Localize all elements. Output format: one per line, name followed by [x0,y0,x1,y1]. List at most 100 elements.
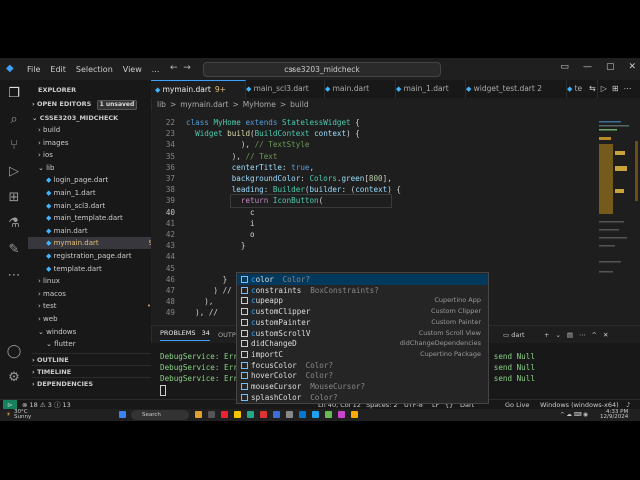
close-icon[interactable]: ✕ [628,62,636,72]
tree-item[interactable]: ⌄ lib [28,162,161,174]
task-view-icon[interactable] [195,411,202,418]
source-control-icon[interactable]: ⑂ [6,138,22,154]
code-line[interactable]: class MyHome extends StatelessWidget { [186,118,360,127]
tab-3[interactable]: ◆ main_1.dart [392,80,466,98]
code-line[interactable]: c [186,208,255,217]
testing-icon[interactable]: ⚗ [6,216,22,232]
app-icon-5[interactable] [312,411,319,418]
menu-edit[interactable]: Edit [45,65,71,74]
suggestion-item[interactable]: splashColor Color? [237,392,488,403]
dependencies-header[interactable]: › DEPENDENCIES [32,377,155,390]
suggestion-item[interactable]: mouseCursor MouseCursor? [237,381,488,392]
suggestion-item[interactable]: customPainter Custom Painter [237,317,488,328]
tree-item[interactable]: ◆ mymain.dart9+ [28,237,169,250]
weather-widget[interactable]: 30°C Sunny [14,409,31,420]
tab-2[interactable]: ◆ main.dart [321,80,396,98]
tree-item[interactable]: ◆ main_template.dart [28,212,169,224]
breadcrumb-item[interactable]: build [290,100,308,109]
file-explorer-icon[interactable] [234,411,241,418]
more-icon[interactable]: ⋯ [6,268,22,284]
tree-item[interactable]: ◆ registration_page.dart [28,250,169,262]
suggestion-item[interactable]: customClipper Custom Clipper [237,306,488,317]
code-line[interactable]: i [186,219,255,228]
suggestion-item[interactable]: constraints BoxConstraints? [237,285,488,296]
run-debug-icon[interactable]: ▷ [6,164,22,180]
tab-1[interactable]: ◆ main_scl3.dart [242,80,325,98]
tree-item[interactable]: ◆ main_1.dart [28,187,169,199]
menu-view[interactable]: View [118,65,147,74]
suggestion-item[interactable]: cupeapp Cupertino App [237,295,488,306]
tree-item[interactable]: ◆ main_scl3.dart [28,200,169,212]
maximize-icon[interactable]: ▢ [606,62,615,72]
app-icon-7[interactable] [338,411,345,418]
extensions-icon[interactable]: ⊞ [6,190,22,206]
nav-arrows[interactable]: ← → [170,63,191,73]
taskbar-search[interactable]: Search [131,410,189,420]
suggestion-item[interactable]: hoverColor Color? [237,370,488,381]
suggestion-item[interactable]: color Color? [237,274,488,285]
terminal-selector[interactable]: ▭ dart [503,326,525,344]
tab-4[interactable]: ◆ widget_test.dart 2 [462,80,567,98]
tree-item[interactable]: › ios [28,149,161,161]
start-icon[interactable] [119,411,126,418]
panel-actions[interactable]: +⌄▤⋯^✕ [544,326,614,344]
code-line[interactable]: backgroundColor: Colors.green[800], [186,174,392,183]
command-center-search[interactable]: ⌕ csse3203_midcheck [203,62,441,77]
code-line[interactable]: ), // TextStyle [186,140,310,149]
code-line[interactable]: } [186,241,246,250]
layout-icon[interactable]: ▭ [560,62,569,72]
code-line[interactable]: ), // Text [186,152,278,161]
app-icon-8[interactable] [351,411,358,418]
code-line[interactable]: centerTitle: true, [186,163,314,172]
suggestion-item[interactable]: didChangeD didChangeDependencies [237,338,488,349]
search-activity-icon[interactable]: ⌕ [6,112,22,128]
clock[interactable]: 4:33 PM 12/9/2024 [600,409,628,420]
edge-icon[interactable] [247,411,254,418]
suggestion-item[interactable]: focusColor Color? [237,360,488,371]
app-icon-4[interactable] [286,411,293,418]
explorer-icon[interactable]: ❐ [6,86,22,102]
minimap[interactable] [595,111,640,325]
tree-item[interactable]: ◆ main.dart [28,225,169,237]
menu-file[interactable]: File [22,65,45,74]
code-line[interactable]: Widget build(BuildContext context) { [186,129,360,138]
editor-actions[interactable]: ⇆▷⊞⋯ [589,80,637,98]
menu-more[interactable]: ... [147,65,165,74]
code-line[interactable]: ), [186,297,213,306]
code-line[interactable]: ) // [186,286,231,295]
tree-item[interactable]: › web [28,313,161,325]
tree-item[interactable]: ⌄ flutter [28,338,169,350]
breadcrumb-item[interactable]: MyHome [243,100,276,109]
minimize-icon[interactable]: — [583,62,592,72]
code-line[interactable]: leading: Builder(builder: (context) { [186,185,401,194]
tray-icons[interactable]: ^ ☁ ⌨ ◉ [560,410,588,420]
suggestion-item[interactable]: customScrollV Custom Scroll View [237,328,488,339]
tree-item[interactable]: › build [28,124,161,136]
tree-item[interactable]: › linux [28,275,161,287]
tree-item[interactable]: › images [28,137,161,149]
breadcrumb-item[interactable]: lib [157,100,166,109]
menu-selection[interactable]: Selection [71,65,118,74]
tree-item[interactable]: ◆ template.dart [28,263,169,275]
vscode-taskbar-icon[interactable] [299,411,306,418]
app-icon-3[interactable] [273,411,280,418]
app-icon-2[interactable] [260,411,267,418]
code-line[interactable]: } [186,275,228,284]
app-icon-1[interactable] [221,411,228,418]
tab-0[interactable]: ◆ mymain.dart 9+ [151,80,246,99]
account-icon[interactable]: ◯ [6,344,22,360]
tab-problems[interactable]: PROBLEMS 34 [160,326,210,341]
breadcrumb-item[interactable]: mymain.dart [180,100,228,109]
weather-icon[interactable]: ☀ [6,410,11,420]
tree-item[interactable]: ◆ login_page.dart [28,174,169,186]
suggestion-item[interactable]: importC Cupertino Package [237,349,488,360]
gear-icon[interactable]: ⚙ [6,370,22,386]
remote-icon[interactable]: ✎ [6,242,22,258]
app-icon-6[interactable] [325,411,332,418]
tree-item[interactable]: › test • [28,300,161,312]
tree-item[interactable]: ⌄ windows [28,326,161,338]
project-header[interactable]: ⌄ CSSE3203_MIDCHECK [32,112,155,124]
tree-item[interactable]: › macos [28,288,161,300]
code-line[interactable]: ), // [186,308,218,317]
open-editors-header[interactable]: › OPEN EDITORS 1 unsaved [32,98,155,110]
